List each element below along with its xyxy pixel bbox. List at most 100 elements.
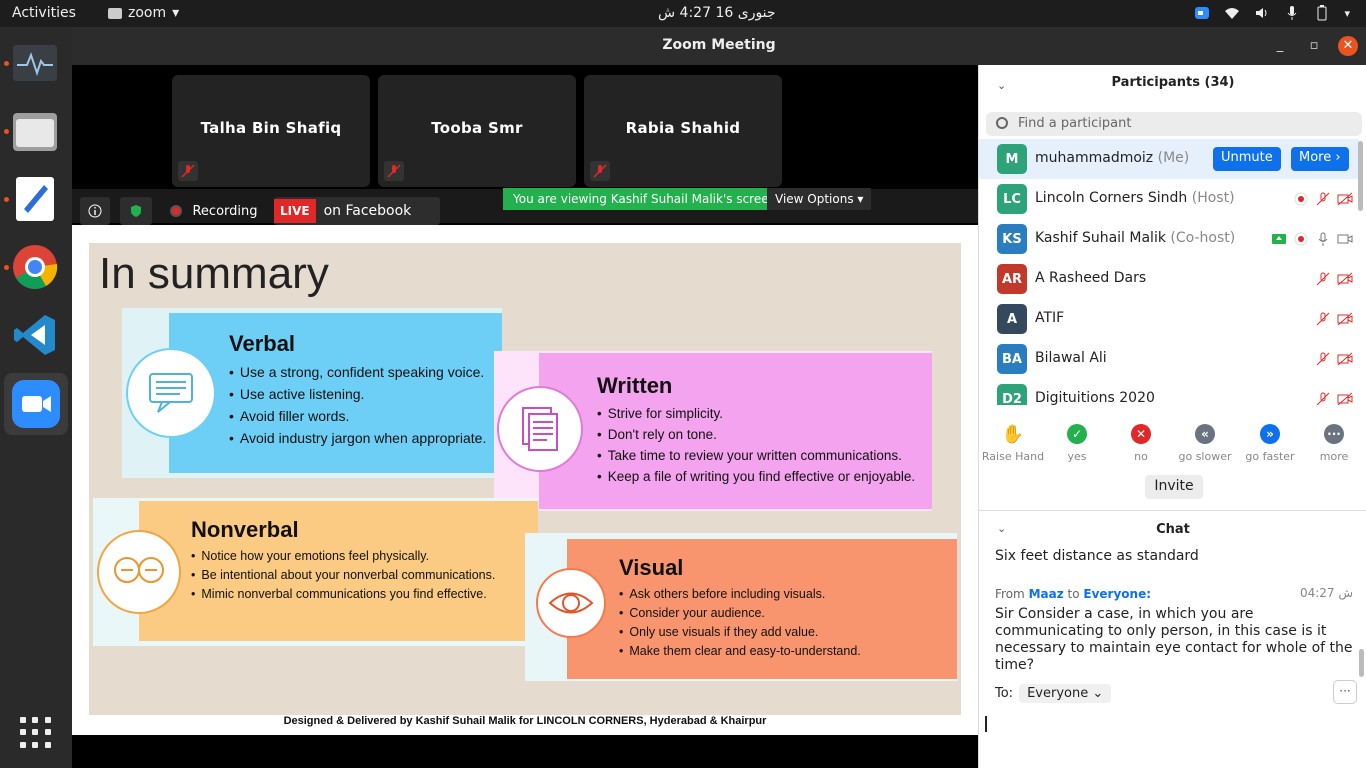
live-label: LIVE: [274, 199, 316, 223]
eye-icon: [536, 568, 606, 638]
microphone-icon[interactable]: [1284, 5, 1300, 21]
participant-tile[interactable]: Talha Bin Shafiq: [172, 75, 370, 187]
card-item: Make them clear and easy-to-understand.: [619, 642, 957, 661]
name-text: Bilawal Ali: [1035, 350, 1107, 366]
from-label: From: [995, 587, 1025, 601]
clock[interactable]: جنوری 16 4:27 ش: [658, 5, 776, 21]
chat-scrollbar[interactable]: [1359, 649, 1364, 677]
muted-mic-icon: [1316, 272, 1330, 286]
participant-row[interactable]: AR A Rasheed Dars: [979, 259, 1359, 299]
no-button[interactable]: ✕ no: [1109, 422, 1173, 463]
activities-button[interactable]: Activities: [12, 5, 76, 21]
name-text: Kashif Suhail Malik: [1035, 230, 1166, 246]
recording-icon: [1294, 232, 1308, 246]
reaction-label: yes: [1067, 450, 1087, 463]
chevron-down-icon: ⌄: [1092, 686, 1104, 701]
reaction-label: Raise Hand: [981, 450, 1045, 463]
video-off-icon: [1337, 352, 1353, 366]
maximize-button[interactable]: ▫: [1304, 36, 1324, 56]
text-editor-icon[interactable]: [10, 174, 60, 224]
wifi-icon[interactable]: [1224, 5, 1240, 21]
visual-card: Visual Ask others before including visua…: [567, 539, 957, 679]
to-label: to: [1067, 587, 1080, 601]
system-tray[interactable]: ▾: [1194, 5, 1350, 21]
document-icon: [497, 386, 583, 472]
show-applications-icon[interactable]: [20, 717, 52, 749]
chat-input-cursor[interactable]: [985, 716, 987, 732]
participant-row[interactable]: M muhammadmoiz (Me) Unmute More ›: [979, 139, 1359, 179]
running-indicator: [4, 129, 9, 134]
card-item: Strive for simplicity.: [597, 403, 932, 424]
more-label: More: [1299, 150, 1332, 165]
live-stream-badge[interactable]: LIVE on Facebook: [274, 197, 440, 225]
chat-recipient-row: To: Everyone ⌄: [995, 684, 1112, 703]
participant-status-icons: [1293, 191, 1353, 207]
chat-more-button[interactable]: ···: [1333, 680, 1357, 704]
view-options-button[interactable]: View Options ▾: [767, 188, 872, 210]
slide: In summary Verbal Use a strong, confiden…: [89, 243, 961, 715]
participant-row[interactable]: LC Lincoln Corners Sindh (Host): [979, 179, 1359, 219]
files-icon[interactable]: [10, 106, 60, 156]
avatar: KS: [997, 224, 1027, 254]
participant-name: A Rasheed Dars: [1035, 270, 1146, 286]
shared-screen: In summary Verbal Use a strong, confiden…: [72, 225, 978, 735]
tile-name: Tooba Smr: [431, 119, 523, 137]
sender-name[interactable]: Maaz: [1029, 587, 1064, 601]
participant-row[interactable]: BA Bilawal Ali: [979, 339, 1359, 379]
participant-row[interactable]: A ATIF: [979, 299, 1359, 339]
avatar: A: [997, 304, 1027, 334]
more-button[interactable]: More ›: [1291, 147, 1349, 171]
screen-share-icon: [1272, 234, 1286, 244]
name-text: Lincoln Corners Sindh: [1035, 190, 1188, 206]
chat-header: Chat: [1156, 522, 1190, 537]
system-monitor-icon[interactable]: [10, 38, 60, 88]
card-item: Notice how your emotions feel physically…: [191, 547, 538, 566]
volume-icon[interactable]: [1254, 5, 1270, 21]
more-reactions-button[interactable]: ··· more: [1302, 422, 1366, 463]
participant-name: Digituitions 2020: [1035, 390, 1155, 405]
recipient-value: Everyone: [1027, 686, 1089, 701]
app-menu[interactable]: zoom ▾: [108, 5, 179, 21]
unmute-button[interactable]: Unmute: [1213, 147, 1281, 171]
running-indicator: [4, 197, 9, 202]
participants-scrollbar[interactable]: [1358, 141, 1363, 211]
avatar: BA: [997, 344, 1027, 374]
zoom-tray-icon[interactable]: [1194, 5, 1210, 21]
raise-hand-button[interactable]: ✋ Raise Hand: [981, 422, 1045, 464]
power-menu-icon[interactable]: ▾: [1344, 7, 1350, 20]
invite-button[interactable]: Invite: [1145, 475, 1203, 499]
chrome-icon[interactable]: [10, 242, 60, 292]
card-item: Use a strong, confident speaking voice.: [229, 361, 502, 383]
card-item: Only use visuals if they add value.: [619, 623, 957, 642]
info-icon[interactable]: [80, 197, 110, 225]
yes-button[interactable]: ✓ yes: [1045, 422, 1109, 463]
vscode-icon[interactable]: [10, 310, 60, 360]
written-card: Written Strive for simplicity. Don't rel…: [539, 353, 932, 509]
participant-tile[interactable]: Tooba Smr: [378, 75, 576, 187]
card-list: Strive for simplicity. Don't rely on ton…: [597, 403, 932, 487]
card-item: Ask others before including visuals.: [619, 585, 957, 604]
search-icon: [996, 117, 1008, 129]
minimize-button[interactable]: _: [1270, 36, 1290, 56]
participant-row[interactable]: D2 Digituitions 2020: [979, 379, 1359, 405]
recipient-select[interactable]: Everyone ⌄: [1019, 684, 1112, 703]
muted-mic-icon: [178, 161, 198, 181]
close-button[interactable]: ✕: [1338, 36, 1358, 56]
participant-tile[interactable]: Rabia Shahid: [584, 75, 782, 187]
video-off-icon: [1337, 312, 1353, 326]
slide-title: In summary: [99, 249, 329, 298]
participant-row[interactable]: KS Kashif Suhail Malik (Co-host): [979, 219, 1359, 259]
go-slower-button[interactable]: « go slower: [1173, 422, 1237, 463]
role-text: (Co-host): [1170, 230, 1236, 246]
security-shield-icon[interactable]: [120, 197, 152, 225]
card-item: Avoid filler words.: [229, 405, 502, 427]
video-off-icon: [1337, 192, 1353, 206]
avatar: D2: [997, 384, 1027, 405]
recording-indicator[interactable]: Recording: [166, 197, 262, 225]
participant-name: Lincoln Corners Sindh (Host): [1035, 190, 1235, 206]
slide-credit: Designed & Delivered by Kashif Suhail Ma…: [283, 715, 767, 727]
go-faster-button[interactable]: » go faster: [1238, 422, 1302, 463]
zoom-dock-icon[interactable]: [4, 373, 68, 435]
participant-search-input[interactable]: Find a participant: [986, 112, 1362, 136]
battery-icon[interactable]: [1314, 5, 1330, 21]
